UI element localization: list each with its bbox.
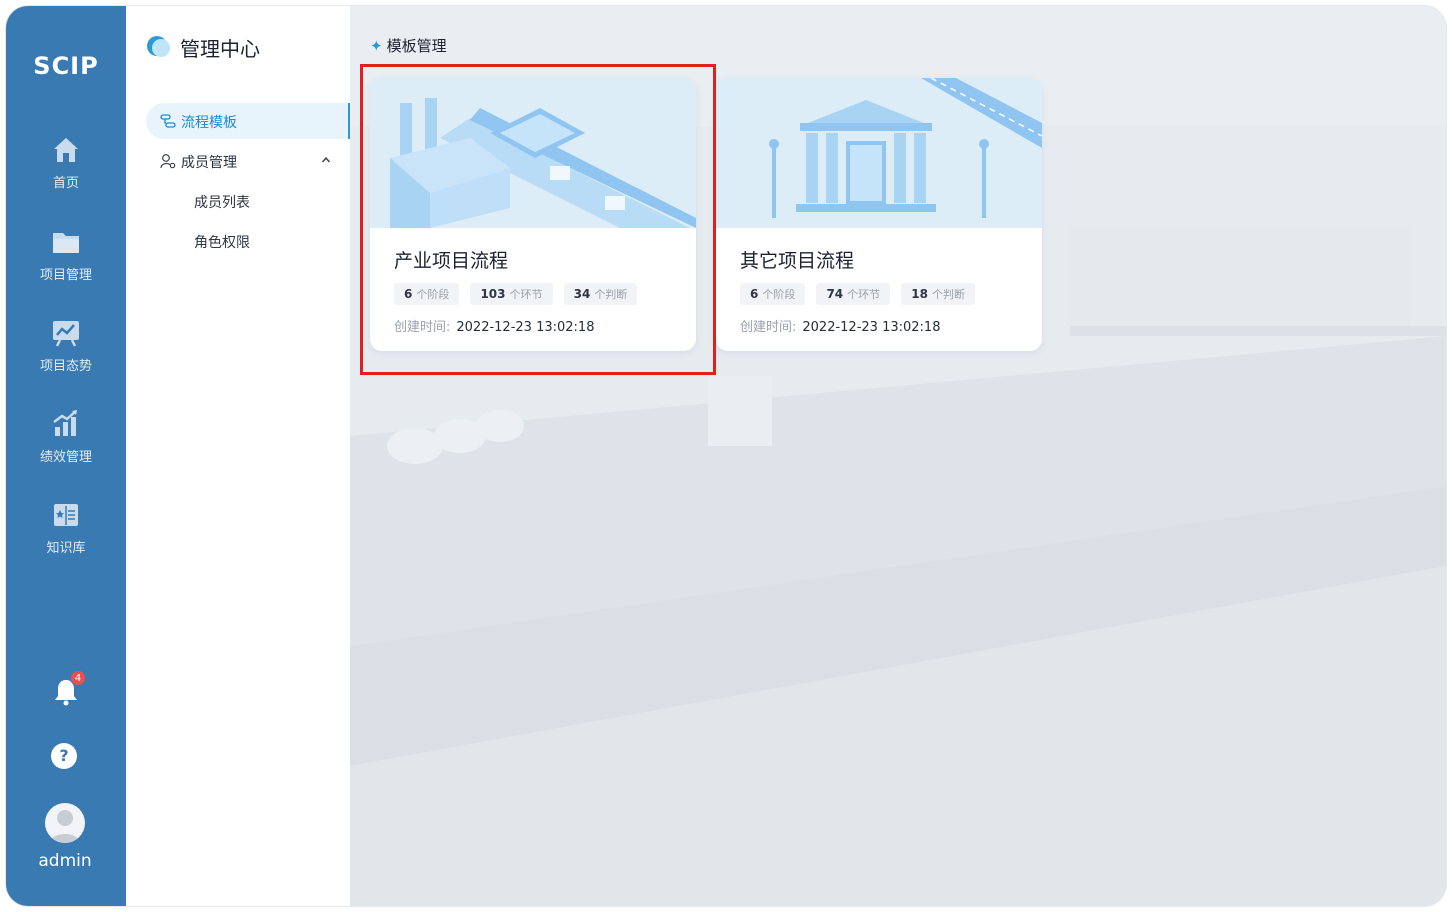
stage-count: 6 xyxy=(404,287,413,301)
book-icon xyxy=(54,504,78,526)
card-title: 其它项目流程 xyxy=(740,250,855,272)
card-stats: 6 个阶段 74 个环节 18 个判断 xyxy=(740,283,981,305)
step-count-label: 个环节 xyxy=(847,288,881,301)
app-logo[interactable]: SCIP xyxy=(6,52,126,80)
nav-item-label: 项目管理 xyxy=(39,268,92,283)
stage-count-label: 个阶段 xyxy=(762,288,796,301)
sidebar-item-member-list[interactable]: 成员列表 xyxy=(194,192,250,212)
username[interactable]: admin xyxy=(6,851,124,871)
user-settings-icon xyxy=(160,154,176,169)
trend-board-icon xyxy=(53,321,79,347)
government-building-illustration xyxy=(716,78,1042,228)
sidebar-item-role-permissions[interactable]: 角色权限 xyxy=(194,232,250,252)
step-count-label: 个环节 xyxy=(509,288,543,301)
created-time: 创建时间: 2022-12-23 13:02:18 xyxy=(740,316,940,335)
step-count-tag: 74 个环节 xyxy=(816,283,891,305)
help-button[interactable]: ? xyxy=(51,743,77,769)
sparkle-icon: ✦ xyxy=(370,37,383,55)
template-card[interactable]: 其它项目流程 6 个阶段 74 个环节 18 个判断 创建时间: 2022-12-23 … xyxy=(716,78,1042,351)
flow-template-icon xyxy=(160,114,176,128)
nav-item-performance[interactable]: 绩效管理 xyxy=(6,408,126,478)
nav-item-projects[interactable]: 项目管理 xyxy=(6,226,126,296)
decision-count-label: 个判断 xyxy=(594,288,628,301)
stage-count-tag: 6 个阶段 xyxy=(394,283,460,305)
avatar[interactable] xyxy=(45,803,85,843)
sidebar-item-process-templates[interactable]: 流程模板 xyxy=(146,103,350,139)
created-time-value: 2022-12-23 13:02:18 xyxy=(802,320,941,335)
sidebar-item-label: 流程模板 xyxy=(181,115,237,131)
nav-item-knowledge-base[interactable]: 知识库 xyxy=(6,499,126,569)
decision-count: 18 xyxy=(911,287,928,301)
nav-item-home[interactable]: 首页 xyxy=(6,134,126,204)
created-time-label: 创建时间: xyxy=(394,320,451,335)
primary-nav-rail: SCIP 首页 项目管理 项目态势 绩效管理 知识库 4 ? admin xyxy=(6,6,126,906)
folder-icon xyxy=(53,233,79,253)
user-icon xyxy=(50,810,80,843)
template-card[interactable]: 产业项目流程 6 个阶段 103 个环节 34 个判断 创建时间: 2022-12-23… xyxy=(370,78,696,351)
sidebar-group-members[interactable]: 成员管理 xyxy=(146,143,350,179)
decision-count-tag: 34 个判断 xyxy=(563,283,638,305)
sidebar-group-label: 成员管理 xyxy=(181,155,237,171)
brand-mark-icon xyxy=(147,36,170,57)
step-count-tag: 103 个环节 xyxy=(470,283,553,305)
nav-item-label: 首页 xyxy=(52,176,79,191)
created-time-label: 创建时间: xyxy=(740,320,797,335)
main-content: ✦ 模板管理 产业项目流程 6 个阶段 103 个环节 34 个判断 创建时间:… xyxy=(350,6,1446,906)
card-title: 产业项目流程 xyxy=(394,250,509,272)
bar-growth-icon xyxy=(53,410,77,436)
sidebar-title: 管理中心 xyxy=(180,37,260,61)
breadcrumb-label: 模板管理 xyxy=(386,37,447,55)
stage-count: 6 xyxy=(750,287,759,301)
card-stats: 6 个阶段 103 个环节 34 个判断 xyxy=(394,283,643,305)
nav-item-project-status[interactable]: 项目态势 xyxy=(6,317,126,387)
breadcrumb: ✦ 模板管理 xyxy=(370,35,447,56)
stage-count-tag: 6 个阶段 xyxy=(740,283,806,305)
created-time: 创建时间: 2022-12-23 13:02:18 xyxy=(394,316,594,335)
app-window: SCIP 首页 项目管理 项目态势 绩效管理 知识库 4 ? admin 管理中… xyxy=(6,6,1446,906)
step-count: 74 xyxy=(826,287,844,301)
home-icon xyxy=(54,138,78,162)
decision-count: 34 xyxy=(573,287,591,301)
nav-item-label: 项目态势 xyxy=(39,359,92,374)
nav-item-label: 知识库 xyxy=(46,541,86,556)
nav-item-label: 绩效管理 xyxy=(39,450,92,465)
decision-count-tag: 18 个判断 xyxy=(901,283,975,305)
step-count: 103 xyxy=(480,287,506,301)
created-time-value: 2022-12-23 13:02:18 xyxy=(456,320,595,335)
notification-badge: 4 xyxy=(70,670,86,686)
secondary-sidebar: 管理中心 流程模板 成员管理 成员列表 角色权限 xyxy=(126,6,350,906)
chevron-up-icon[interactable] xyxy=(321,155,331,165)
decision-count-label: 个判断 xyxy=(931,288,965,301)
factory-illustration xyxy=(370,78,696,228)
stage-count-label: 个阶段 xyxy=(416,288,450,301)
